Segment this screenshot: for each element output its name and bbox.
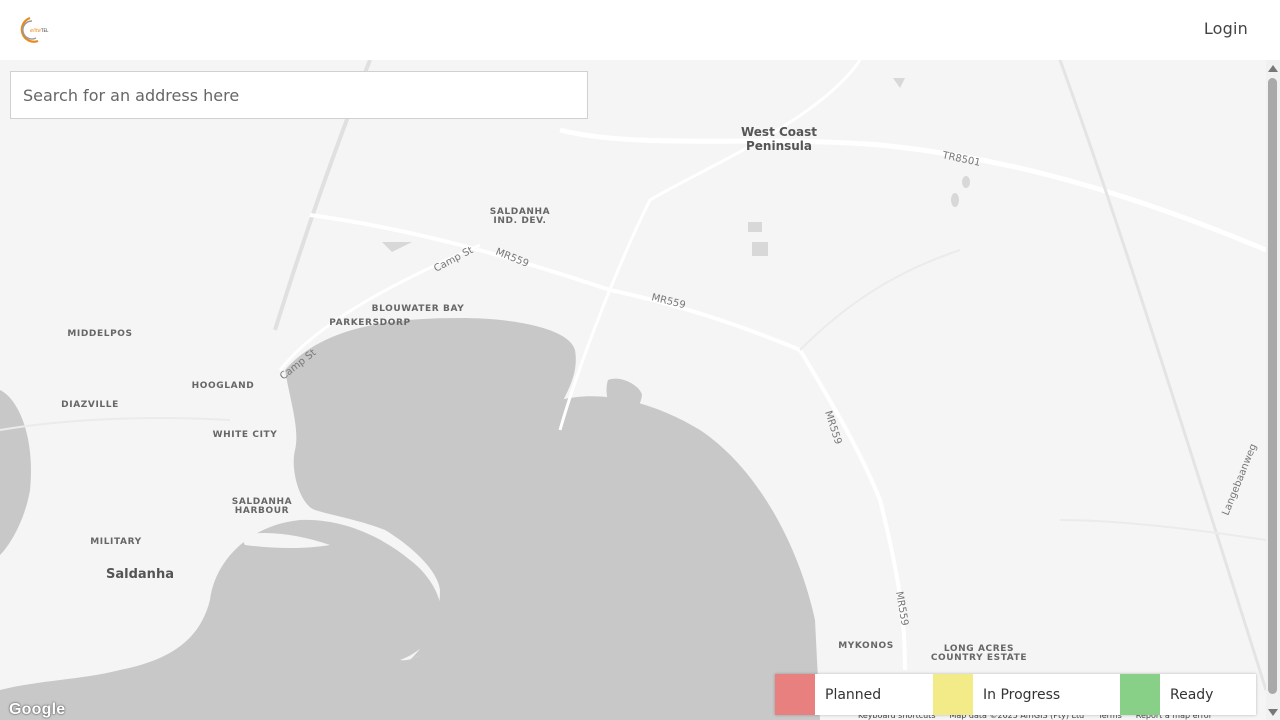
scroll-down-arrow-icon[interactable] [1268, 709, 1278, 716]
map-label-white-city: WHITE CITY [213, 430, 278, 440]
header-bar: elite TEL Login [0, 0, 1280, 60]
map-label-west-coast: West Coast [741, 125, 817, 139]
svg-text:elite: elite [30, 28, 41, 34]
map-label-parkersdorp: PARKERSDORP [329, 318, 410, 328]
map-label-mr559: MR559 [494, 247, 530, 270]
legend-swatch-planned [775, 674, 815, 715]
scrollbar-thumb[interactable] [1268, 78, 1277, 694]
svg-text:TEL: TEL [40, 28, 49, 33]
map-label-mr559: MR559 [893, 591, 910, 627]
map-canvas[interactable]: West Coast Peninsula TR8501 SALDANHA IND… [0, 60, 1266, 720]
page-scrollbar[interactable] [1266, 60, 1280, 720]
map-label-middelpos: MIDDELPOS [67, 329, 132, 339]
legend-item-ready: Ready [1120, 674, 1256, 715]
address-search-input[interactable] [11, 72, 587, 118]
legend-label-ready: Ready [1170, 686, 1214, 703]
map-label-country-estate: COUNTRY ESTATE [931, 653, 1027, 663]
legend-label-in-progress: In Progress [983, 686, 1061, 703]
address-search-box[interactable] [10, 71, 588, 119]
map-label-peninsula: Peninsula [746, 139, 812, 153]
legend-label-planned: Planned [825, 686, 882, 703]
map-label-blouwater-bay: BLOUWATER BAY [372, 304, 465, 314]
legend-swatch-ready [1120, 674, 1160, 715]
google-logo[interactable]: Google [9, 701, 65, 719]
map-label-military: MILITARY [90, 537, 142, 547]
map-label-langebaanweg: Langebaanweg [1221, 442, 1260, 517]
legend-item-in-progress: In Progress [933, 674, 1120, 715]
map-label-hoogland: HOOGLAND [192, 381, 255, 391]
map-label-tr8501: TR8501 [940, 150, 981, 169]
map-label-diazville: DIAZVILLE [61, 400, 119, 410]
map-label-ind-dev: IND. DEV. [493, 216, 546, 226]
legend-swatch-in-progress [933, 674, 973, 715]
company-logo[interactable]: elite TEL [16, 15, 52, 45]
status-legend: Planned In Progress Ready [775, 674, 1256, 715]
map-tiles: West Coast Peninsula TR8501 SALDANHA IND… [0, 60, 1266, 720]
map-label-mr559: MR559 [650, 292, 686, 311]
scroll-up-arrow-icon[interactable] [1268, 65, 1278, 72]
login-link[interactable]: Login [1204, 19, 1248, 38]
map-label-mykonos: MYKONOS [838, 641, 894, 651]
map-label-saldanha: Saldanha [106, 567, 174, 582]
map-label-camp-st: Camp St [432, 245, 475, 275]
map-label-harbour: HARBOUR [235, 506, 289, 516]
legend-item-planned: Planned [775, 674, 933, 715]
